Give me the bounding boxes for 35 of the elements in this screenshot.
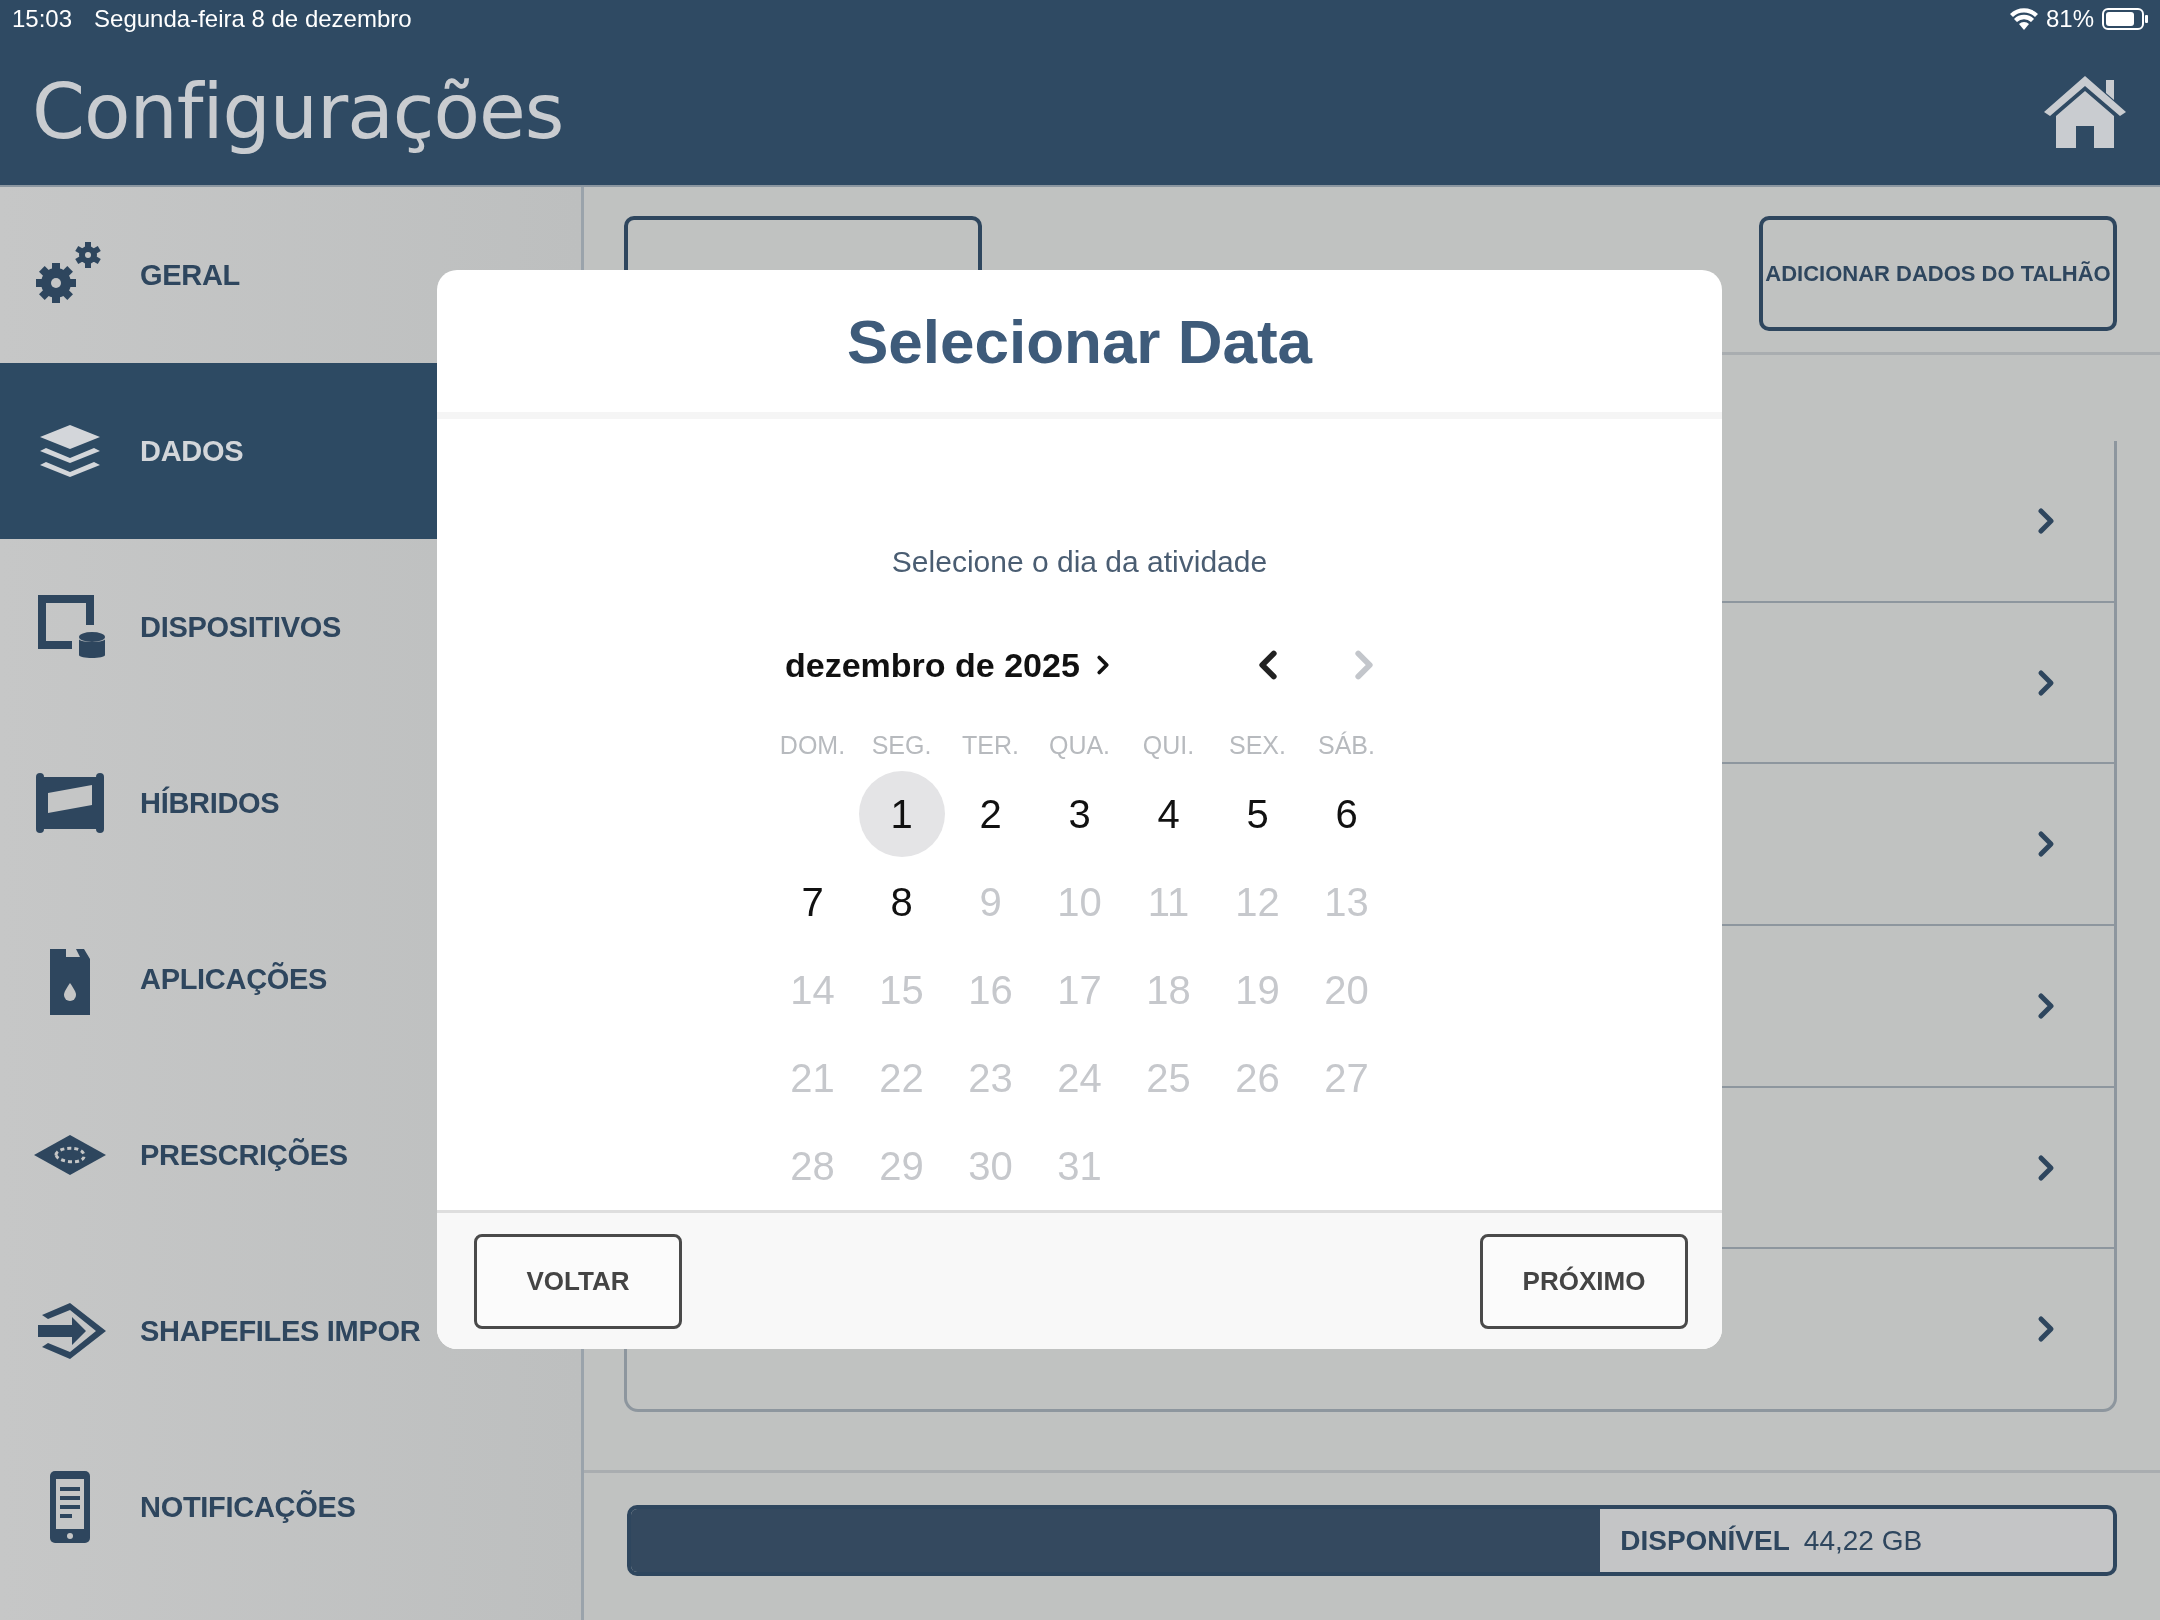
dialog-subtitle: Selecione o dia da atividade bbox=[891, 545, 1268, 580]
storage-value: 44,22 GB bbox=[1803, 1524, 1923, 1557]
calendar-day[interactable]: 2 bbox=[947, 771, 1034, 858]
calendar-day[interactable]: 6 bbox=[1303, 771, 1390, 858]
sidebar-item[interactable]: GERAL bbox=[0, 187, 581, 363]
weekday-label: QUI. bbox=[1142, 731, 1195, 761]
status-time: 15:03 bbox=[12, 5, 73, 33]
calendar-day[interactable]: 5 bbox=[1214, 771, 1301, 858]
storage-label: DISPONÍVEL bbox=[1620, 1524, 1790, 1557]
calendar-day[interactable]: 3 bbox=[1036, 771, 1123, 858]
back-button[interactable]: VOLTAR bbox=[474, 1233, 682, 1329]
sidebar-item[interactable]: NOTIFICAÇÕES bbox=[0, 1419, 581, 1595]
battery-percent: 81% bbox=[2045, 5, 2094, 33]
sidebar-item[interactable]: HÍBRIDOS bbox=[0, 715, 581, 891]
calendar-day[interactable]: 1 bbox=[858, 771, 945, 858]
weekday-label: SEG. bbox=[871, 731, 932, 761]
weekday-label: TER. bbox=[962, 731, 1019, 761]
wifi-icon bbox=[2009, 8, 2038, 30]
calendar-day[interactable]: 7 bbox=[769, 859, 856, 946]
weekday-label: SÁB. bbox=[1318, 731, 1375, 761]
battery-icon bbox=[2102, 8, 2148, 30]
weekday-label: QUA. bbox=[1048, 731, 1111, 761]
add-data-button[interactable]: ADICIONAR DADOS DO TALHÃO bbox=[1759, 216, 2117, 331]
sidebar-item[interactable]: DISPOSITIVOS bbox=[0, 539, 581, 715]
home-button[interactable] bbox=[2042, 73, 2128, 150]
weekday-label: DOM. bbox=[779, 731, 846, 761]
calendar-day[interactable]: 8 bbox=[858, 859, 945, 946]
sidebar-item[interactable]: APLICAÇÕES bbox=[0, 891, 581, 1067]
month-selector[interactable]: dezembro de 2025 bbox=[768, 645, 1118, 685]
status-date: Segunda-feira 8 de dezembro bbox=[94, 5, 412, 33]
dialog-title: Selecionar Data bbox=[846, 305, 1313, 377]
weekday-label: SEX. bbox=[1229, 731, 1286, 761]
calendar-day[interactable]: 4 bbox=[1125, 771, 1212, 858]
next-button[interactable]: PRÓXIMO bbox=[1480, 1233, 1688, 1329]
page-title: Configurações bbox=[32, 67, 564, 156]
